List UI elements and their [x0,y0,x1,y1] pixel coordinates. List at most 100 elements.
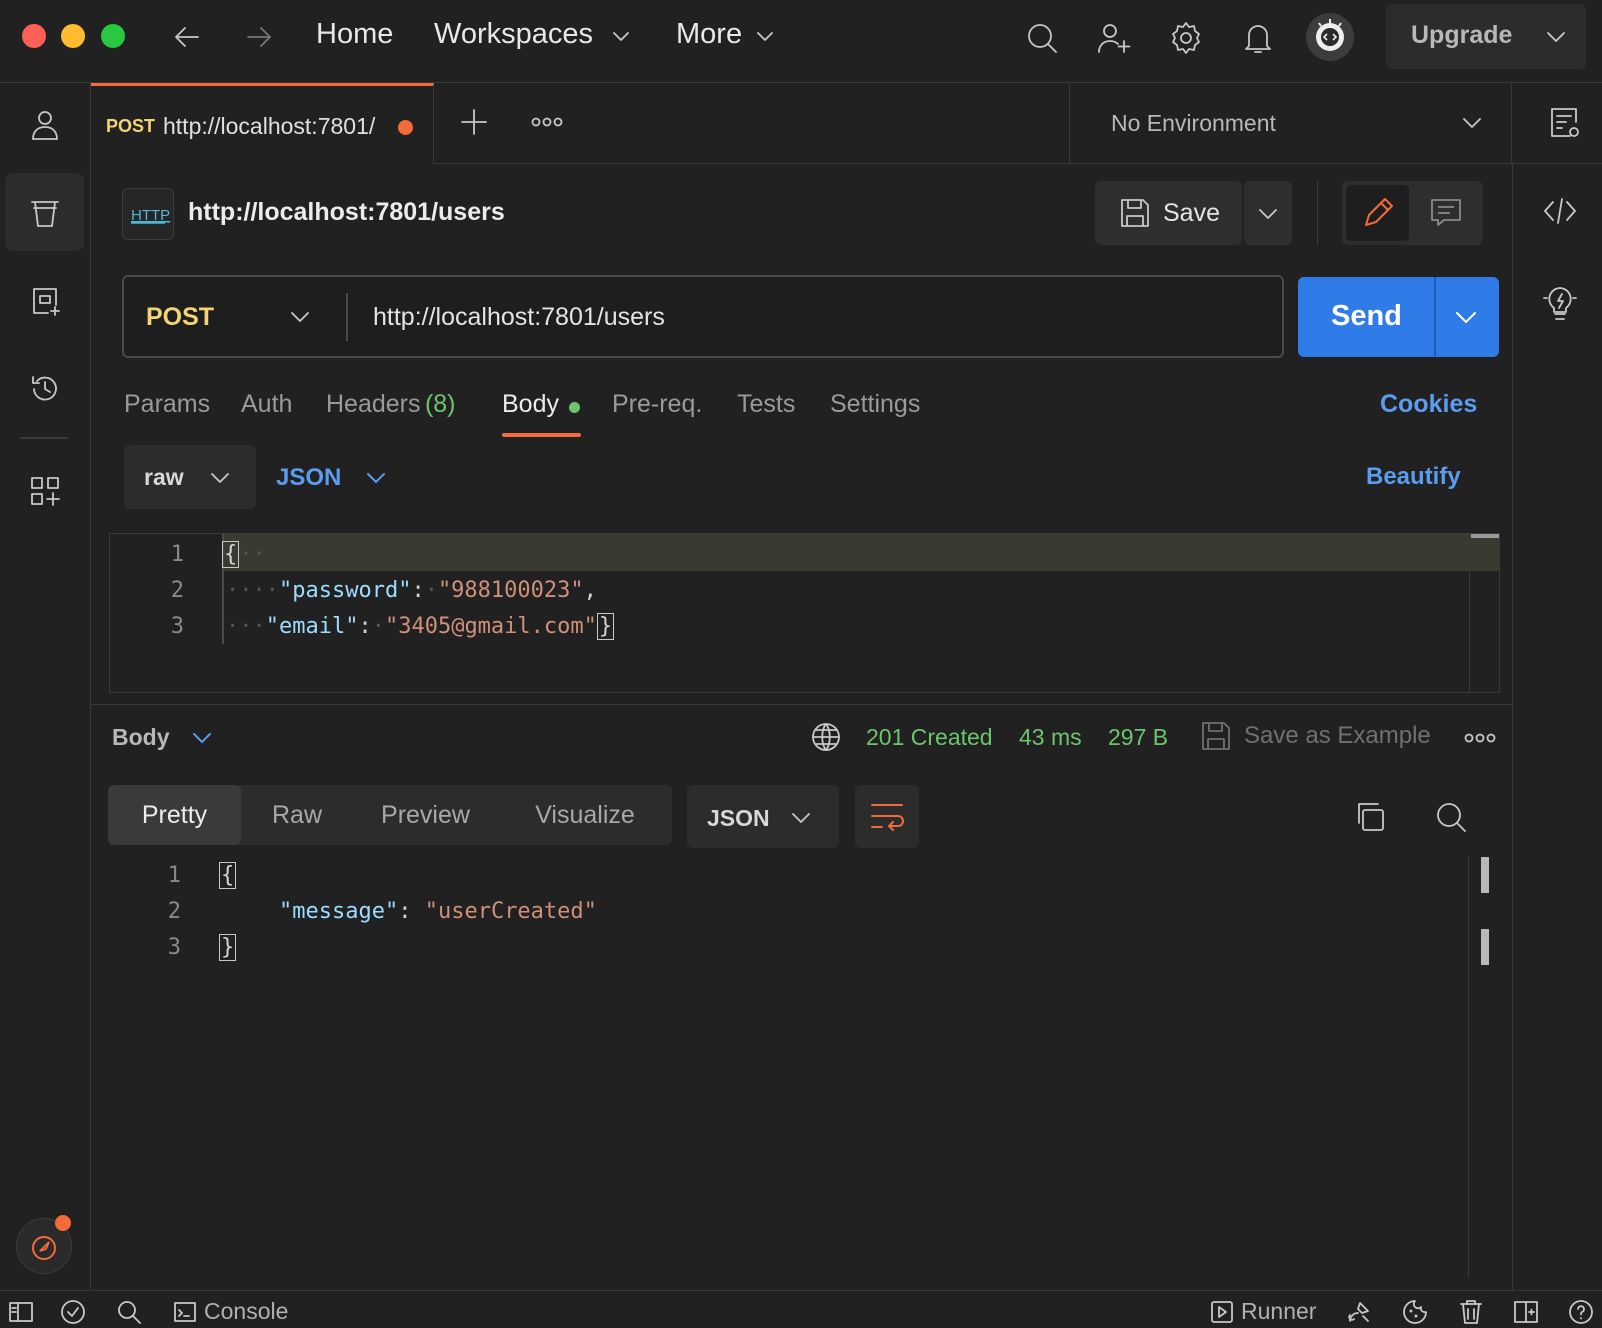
tab-headers-label: Headers [326,390,421,418]
body-mode-label: raw [144,464,184,490]
editor-scrollbar-thumb[interactable] [1471,534,1499,538]
nav-workspaces[interactable]: Workspaces [434,18,593,58]
response-body-viewer[interactable]: 1 2 3 { "message": "userCreated" } [109,857,1500,1277]
sidebar-item-collections[interactable] [5,173,84,251]
tab-params[interactable]: Params [124,390,210,419]
request-body-editor[interactable]: 1 2 3 {·· ····"password":·"988100023", ·… [109,533,1500,693]
sidebar-item-history[interactable] [5,349,84,427]
bell-icon[interactable] [1241,21,1275,55]
rocket-menu-button[interactable] [16,1215,72,1274]
top-bar: Home Workspaces More Upgrade [0,0,1602,83]
response-format-select[interactable]: JSON [687,785,839,848]
forward-arrow-icon[interactable] [244,22,274,52]
code-snippet-icon[interactable] [1543,196,1577,226]
response-section-select[interactable]: Body [112,724,170,751]
chevron-down-icon[interactable] [1546,28,1566,46]
runner-button[interactable]: Runner [1241,1298,1316,1325]
help-icon[interactable] [1568,1299,1594,1325]
url-input[interactable]: http://localhost:7801/users [373,303,665,332]
active-tab-underline [502,433,581,437]
send-divider [1434,277,1436,357]
wrap-lines-button[interactable] [855,785,919,848]
floppy-disk-icon [1119,197,1151,229]
invite-user-icon[interactable] [1097,21,1131,55]
body-mode-select[interactable]: raw [124,445,256,509]
history-icon [32,376,57,401]
sidebar-item-configure[interactable] [5,451,84,529]
response-time[interactable]: 43 ms [1019,724,1082,751]
back-arrow-icon[interactable] [172,22,202,52]
console-button[interactable]: Console [204,1298,288,1325]
upgrade-button[interactable]: Upgrade [1386,4,1586,69]
response-divider[interactable] [91,704,1512,705]
body-language-label: JSON [276,464,342,491]
nav-home[interactable]: Home [316,18,393,51]
nav-more[interactable]: More [676,18,742,51]
edit-mode-button[interactable] [1346,185,1409,241]
chevron-down-icon [290,308,310,326]
view-tab-raw[interactable]: Raw [241,785,353,845]
view-tab-visualize[interactable]: Visualize [498,785,672,845]
toggle-sidebar-icon[interactable] [8,1300,34,1324]
maximize-window-button[interactable] [101,24,125,48]
trash-icon[interactable] [1458,1299,1484,1325]
save-as-example-button[interactable]: Save as Example [1244,722,1431,750]
sidebar-item-environments[interactable] [5,261,84,339]
cookie-icon[interactable] [1402,1299,1428,1325]
response-size[interactable]: 297 B [1108,724,1168,751]
sidebar-item-account[interactable] [5,85,84,163]
tab-tests[interactable]: Tests [737,390,795,419]
line-number: 1 [170,542,184,567]
tab-prereq[interactable]: Pre-req. [612,390,702,419]
close-window-button[interactable] [22,24,46,48]
environment-quick-look-icon[interactable] [1548,106,1582,140]
response-status[interactable]: 201 Created [866,724,993,751]
more-tabs-ellipsis-icon[interactable] [531,115,563,129]
cookies-link[interactable]: Cookies [1380,390,1477,419]
response-view-tabs: Pretty Raw Preview Visualize [108,785,672,845]
line-number: 2 [167,899,181,924]
chevron-down-icon[interactable] [1455,308,1477,326]
new-tab-plus-icon[interactable] [460,108,488,136]
url-bar: POST http://localhost:7801/users [122,275,1284,358]
line-number: 2 [170,578,184,603]
save-button[interactable]: Save [1095,181,1242,245]
tab-settings[interactable]: Settings [830,390,920,419]
globe-icon[interactable] [811,722,841,752]
viewer-scroll-marker [1481,929,1489,965]
save-label: Save [1163,199,1220,227]
avatar[interactable] [1306,13,1354,61]
lightbulb-icon[interactable] [1543,286,1577,322]
comments-mode-button[interactable] [1414,185,1477,241]
view-tab-pretty[interactable]: Pretty [108,785,241,845]
beautify-button[interactable]: Beautify [1366,463,1461,491]
environment-label: No Environment [1111,110,1276,136]
code-line-1: {·· [222,541,266,568]
search-icon[interactable] [1434,800,1468,834]
response-section-label: Body [112,724,170,750]
send-label: Send [1331,300,1402,332]
gear-icon[interactable] [1169,21,1203,55]
copy-icon[interactable] [1354,801,1386,833]
viewer-scrollbar-thumb[interactable] [1481,857,1489,893]
view-tab-preview[interactable]: Preview [353,785,498,845]
environment-selector[interactable]: No Environment [1069,83,1512,164]
search-icon[interactable] [1025,21,1059,55]
tab-headers[interactable]: Headers (8) [326,390,456,419]
save-options-button[interactable] [1244,181,1292,245]
sync-check-icon[interactable] [60,1299,86,1325]
request-title[interactable]: http://localhost:7801/users [188,198,505,227]
toolbar-divider [1317,181,1318,245]
method-select[interactable]: POST [124,277,344,356]
tab-body[interactable]: Body [502,390,581,438]
send-button[interactable]: Send [1298,277,1499,357]
request-tab[interactable]: POST http://localhost:7801/ [91,83,434,164]
capture-requests-icon[interactable] [1346,1299,1372,1325]
response-more-ellipsis-icon[interactable] [1464,731,1496,745]
body-language-select[interactable]: JSON [276,445,406,509]
minimize-window-button[interactable] [61,24,85,48]
line-number: 3 [167,935,181,960]
two-pane-layout-icon[interactable] [1513,1299,1539,1325]
tab-auth[interactable]: Auth [241,390,292,419]
find-icon[interactable] [116,1299,142,1325]
